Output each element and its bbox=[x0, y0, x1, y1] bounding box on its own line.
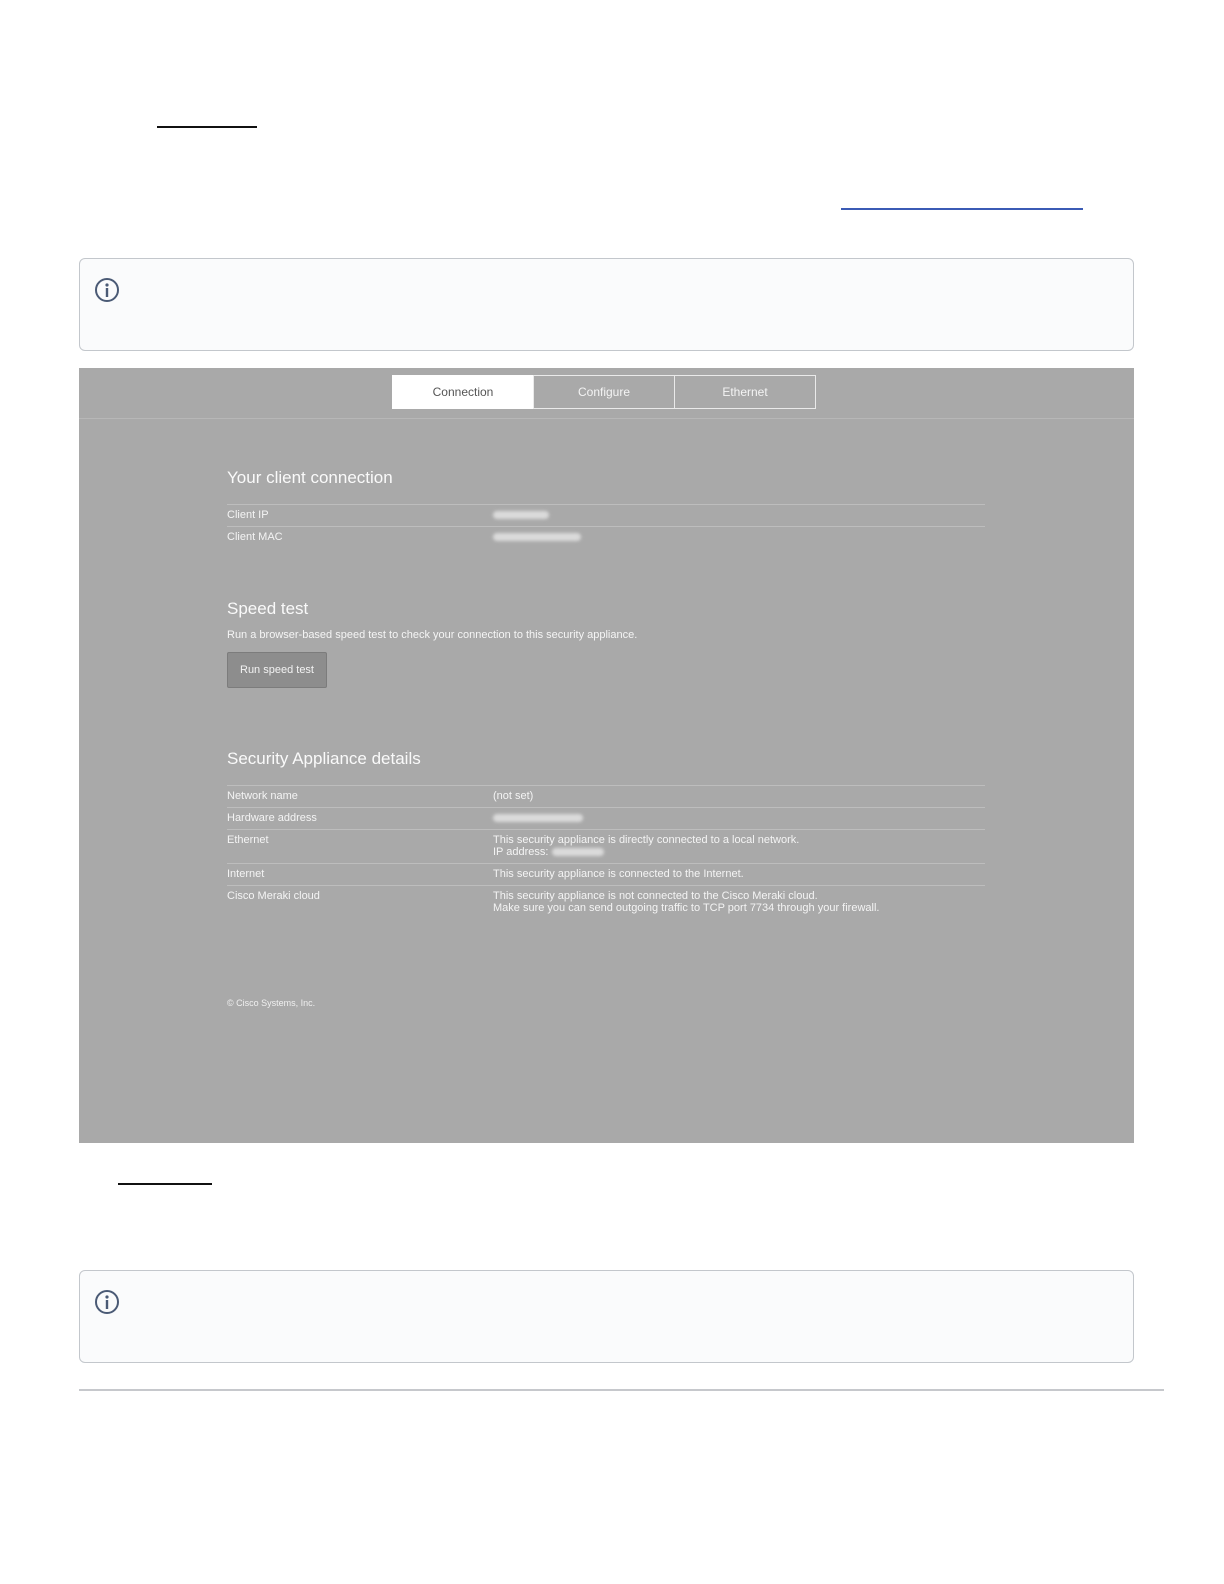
table-row: Internet This security appliance is conn… bbox=[227, 863, 985, 885]
appliance-details-title: Security Appliance details bbox=[227, 749, 421, 768]
info-box bbox=[79, 258, 1134, 351]
link-underline[interactable] bbox=[841, 208, 1083, 210]
heading-underline bbox=[118, 1183, 212, 1185]
internet-value: This security appliance is connected to … bbox=[493, 868, 744, 880]
heading-underline bbox=[157, 126, 257, 128]
tab-ethernet[interactable]: Ethernet bbox=[674, 375, 816, 409]
tab-connection[interactable]: Connection bbox=[392, 375, 534, 409]
info-circle-icon bbox=[95, 278, 119, 302]
client-ip-label: Client IP bbox=[227, 509, 269, 521]
page-divider bbox=[79, 1389, 1164, 1391]
tabs: Connection Configure Ethernet bbox=[392, 375, 816, 409]
cloud-label: Cisco Meraki cloud bbox=[227, 890, 320, 902]
ethernet-ip-line: IP address: bbox=[493, 846, 985, 858]
table-row: Hardware address bbox=[227, 807, 985, 829]
tab-bar: Connection Configure Ethernet bbox=[79, 368, 1134, 419]
client-ip-value bbox=[493, 509, 985, 521]
ethernet-label: Ethernet bbox=[227, 834, 269, 846]
ethernet-value: This security appliance is directly conn… bbox=[493, 834, 985, 858]
speed-test-description: Run a browser-based speed test to check … bbox=[227, 629, 638, 641]
tab-configure[interactable]: Configure bbox=[533, 375, 675, 409]
hardware-address-label: Hardware address bbox=[227, 812, 317, 824]
appliance-details-table: Network name (not set) Hardware address … bbox=[227, 785, 985, 919]
hardware-address-value bbox=[493, 812, 985, 824]
cloud-status-text: This security appliance is not connected… bbox=[493, 890, 818, 902]
copyright-text: © Cisco Systems, Inc. bbox=[227, 998, 316, 1008]
cloud-value: This security appliance is not connected… bbox=[493, 890, 985, 914]
cloud-firewall-hint: Make sure you can send outgoing traffic … bbox=[493, 902, 880, 914]
table-row: Cisco Meraki cloud This security applian… bbox=[227, 885, 985, 919]
info-box bbox=[79, 1270, 1134, 1363]
ethernet-status-text: This security appliance is directly conn… bbox=[493, 834, 800, 846]
document-page: Connection Configure Ethernet Your clien… bbox=[0, 0, 1224, 1584]
run-speed-test-button[interactable]: Run speed test bbox=[227, 652, 327, 688]
client-mac-label: Client MAC bbox=[227, 531, 283, 543]
network-name-value: (not set) bbox=[493, 790, 534, 802]
table-row: Network name (not set) bbox=[227, 785, 985, 807]
table-row: Client IP bbox=[227, 504, 985, 526]
client-mac-value bbox=[493, 531, 985, 543]
appliance-local-status-screenshot: Connection Configure Ethernet Your clien… bbox=[79, 368, 1134, 1143]
network-name-label: Network name bbox=[227, 790, 298, 802]
table-row: Ethernet This security appliance is dire… bbox=[227, 829, 985, 863]
client-connection-table: Client IP Client MAC bbox=[227, 504, 985, 548]
ip-address-label: IP address: bbox=[493, 846, 549, 858]
speed-test-title: Speed test bbox=[227, 599, 309, 618]
table-row: Client MAC bbox=[227, 526, 985, 548]
internet-label: Internet bbox=[227, 868, 265, 880]
info-circle-icon bbox=[95, 1290, 119, 1314]
client-connection-title: Your client connection bbox=[227, 468, 393, 487]
